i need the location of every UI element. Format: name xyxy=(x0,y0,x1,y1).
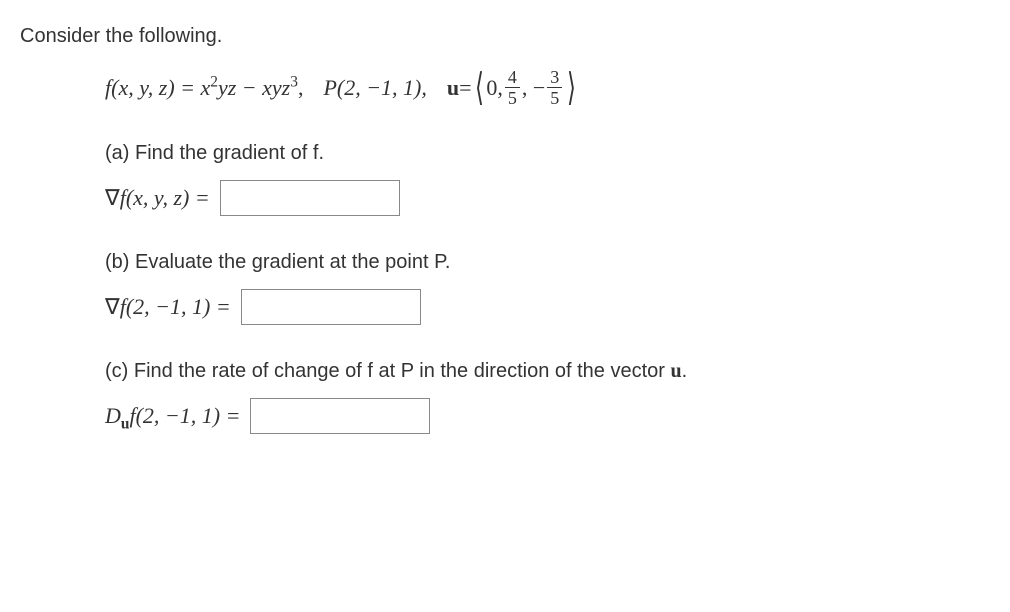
answer-input-b[interactable] xyxy=(241,289,421,325)
part-a: (a) Find the gradient of f. ∇f(x, y, z) … xyxy=(105,142,990,216)
part-a-answer-line: ∇f(x, y, z) = xyxy=(105,180,990,216)
answer-input-c[interactable] xyxy=(250,398,430,434)
expr-b-mid: f(2, −1, 1) = xyxy=(120,294,231,319)
part-c: (c) Find the rate of change of f at P in… xyxy=(105,360,990,434)
frac-den: 5 xyxy=(547,88,562,107)
frac-num: 4 xyxy=(505,68,520,88)
fraction-3-5: 3 5 xyxy=(547,68,562,107)
part-a-label: (a) Find the gradient of f. xyxy=(105,142,990,165)
gradient-expression-b: ∇f(2, −1, 1) = xyxy=(105,294,231,320)
u-label: u xyxy=(447,75,459,101)
part-b: (b) Evaluate the gradient at the point P… xyxy=(105,251,990,325)
part-a-text: (a) Find the gradient of f. xyxy=(105,142,324,164)
part-c-text: (c) Find the rate of change of f at P in… xyxy=(105,360,671,382)
func-exp2: 3 xyxy=(290,73,298,90)
func-x: x xyxy=(201,75,211,100)
nabla-icon: ∇ xyxy=(105,294,120,319)
func-mid: yz − xyz xyxy=(218,75,290,100)
problem-given: f(x, y, z) = x2yz − xyz3, P(2, −1, 1), u… xyxy=(105,68,990,107)
fraction-4-5: 4 5 xyxy=(505,68,520,107)
answer-input-a[interactable] xyxy=(220,180,400,216)
frac-num: 3 xyxy=(547,68,562,88)
part-c-u: u xyxy=(671,360,682,382)
part-c-end: . xyxy=(682,360,688,382)
frac-den: 5 xyxy=(505,88,520,107)
u-comma-neg: , − xyxy=(522,75,545,101)
vector-u-definition: u = ⟨ 0, 4 5 , − 3 5 ⟩ xyxy=(447,68,579,107)
expr-a-mid: f(x, y, z) = xyxy=(120,185,210,210)
part-b-answer-line: ∇f(2, −1, 1) = xyxy=(105,289,990,325)
function-definition: f(x, y, z) = x2yz − xyz3, xyxy=(105,75,303,101)
intro-text: Consider the following. xyxy=(20,25,990,48)
expr-c-mid: f(2, −1, 1) = xyxy=(129,403,240,428)
gradient-expression-a: ∇f(x, y, z) = xyxy=(105,185,210,211)
part-c-label: (c) Find the rate of change of f at P in… xyxy=(105,360,990,383)
nabla-icon: ∇ xyxy=(105,185,120,210)
part-c-answer-line: Duf(2, −1, 1) = xyxy=(105,398,990,434)
u-comp-0: 0, xyxy=(486,75,503,101)
u-equals: = xyxy=(459,75,471,101)
expr-c-D: D xyxy=(105,403,121,428)
part-b-text: (b) Evaluate the gradient at the point P… xyxy=(105,251,450,273)
directional-derivative-expression: Duf(2, −1, 1) = xyxy=(105,403,240,429)
func-comma: , xyxy=(298,75,304,100)
func-lhs: f(x, y, z) = xyxy=(105,75,201,100)
func-exp1: 2 xyxy=(210,73,218,90)
point-definition: P(2, −1, 1), xyxy=(323,75,426,101)
part-b-label: (b) Evaluate the gradient at the point P… xyxy=(105,251,990,274)
